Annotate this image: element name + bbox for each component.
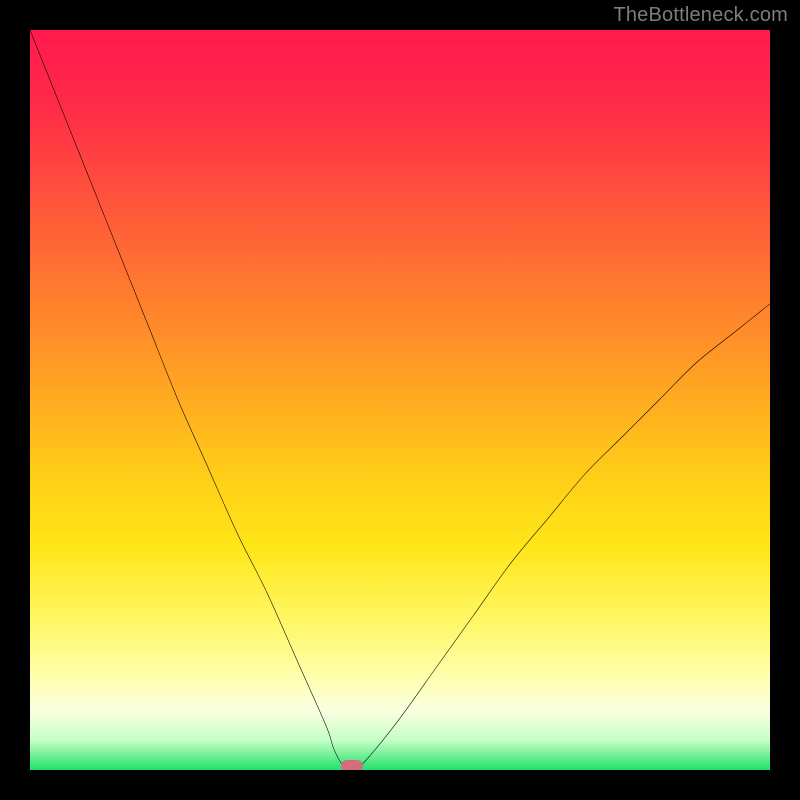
plot-area	[30, 30, 770, 770]
watermark-text: TheBottleneck.com	[613, 4, 788, 27]
minimum-marker	[341, 760, 363, 770]
chart-frame: TheBottleneck.com	[0, 0, 800, 800]
bottleneck-curve	[30, 30, 770, 770]
